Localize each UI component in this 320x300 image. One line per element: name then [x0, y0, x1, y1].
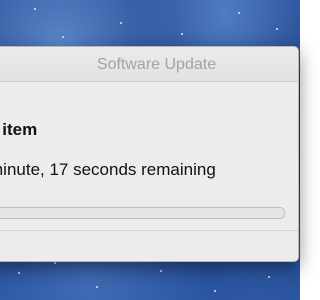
title-bar[interactable]: Software Update [0, 47, 298, 82]
star [62, 36, 64, 38]
star [181, 33, 183, 35]
star [34, 8, 36, 10]
window-title: Software Update [96, 56, 217, 73]
star [120, 22, 122, 24]
star [268, 276, 270, 278]
status-heading: g 1 item [0, 120, 38, 139]
progress-bar [0, 207, 285, 219]
star [54, 262, 56, 264]
software-update-dialog: Software Update g 1 item minute, 17 seco… [0, 46, 299, 262]
star [96, 286, 98, 288]
star [214, 290, 216, 292]
time-remaining-text: minute, 17 seconds remaining [0, 160, 216, 179]
star [18, 272, 20, 274]
star [160, 270, 162, 272]
star [276, 28, 278, 30]
star [238, 12, 240, 14]
divider [0, 230, 298, 231]
